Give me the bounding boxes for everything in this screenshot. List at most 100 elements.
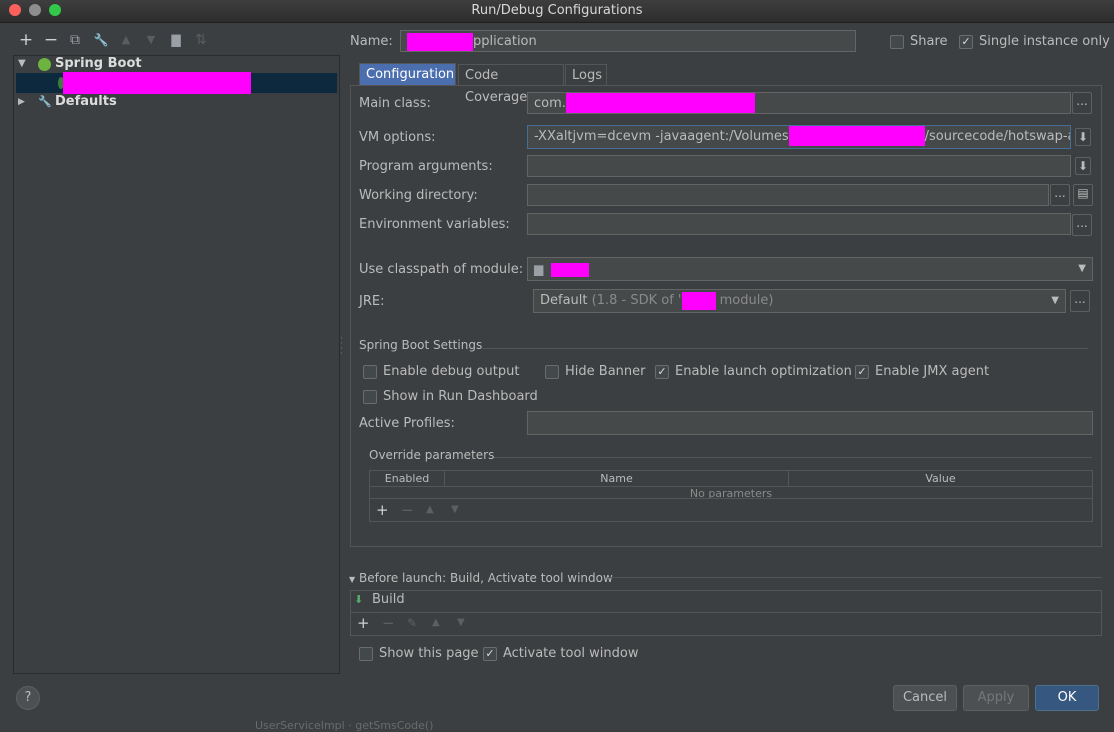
single-instance-label: Single instance only — [979, 34, 1110, 49]
move-down-icon[interactable]: ▼ — [143, 32, 159, 48]
enable-launch-optimization-checkbox[interactable]: ✓ — [655, 365, 669, 379]
jre-combo[interactable]: Default (1.8 - SDK of ' module) ▼ — [533, 289, 1066, 313]
program-arguments-label: Program arguments: — [359, 159, 493, 174]
working-directory-field[interactable] — [527, 184, 1049, 206]
move-down-icon[interactable]: ▼ — [451, 504, 459, 515]
redacted-jre-module — [681, 291, 716, 310]
share-checkbox[interactable] — [890, 35, 904, 49]
working-directory-macro-icon[interactable]: ▤ — [1073, 184, 1093, 206]
tab-code-coverage[interactable]: Code Coverage — [458, 64, 564, 105]
table-header: Enabled Name Value — [370, 471, 1092, 487]
zoom-window-button[interactable] — [49, 4, 61, 16]
copy-configuration-icon[interactable]: ⧉ — [67, 32, 83, 48]
tab-logs[interactable]: Logs — [565, 64, 607, 86]
collapse-arrow-icon[interactable]: ▼ — [18, 55, 26, 73]
show-this-page-checkbox[interactable] — [359, 647, 373, 661]
spring-boot-settings-title: Spring Boot Settings — [359, 338, 483, 352]
remove-configuration-icon[interactable]: − — [43, 32, 59, 49]
column-enabled[interactable]: Enabled — [370, 471, 445, 486]
hide-banner-label: Hide Banner — [565, 364, 646, 379]
active-profiles-field[interactable] — [527, 411, 1093, 435]
add-configuration-icon[interactable]: + — [18, 32, 34, 49]
activate-tool-window-checkbox[interactable]: ✓ — [483, 647, 497, 661]
working-directory-label: Working directory: — [359, 188, 478, 203]
edit-defaults-icon[interactable]: 🔧 — [93, 32, 109, 48]
main-class-browse-button[interactable]: ... — [1072, 92, 1092, 114]
add-parameter-icon[interactable]: + — [376, 501, 389, 519]
collapse-arrow-icon[interactable]: ▼ — [349, 575, 355, 584]
table-toolbar: + − ▲ ▼ — [370, 498, 1092, 521]
apply-button[interactable]: Apply — [963, 685, 1029, 711]
move-up-icon[interactable]: ▲ — [432, 617, 440, 628]
environment-variables-field[interactable] — [527, 213, 1071, 235]
main-class-field[interactable]: com. — [527, 92, 1071, 114]
before-launch-header[interactable]: ▼ Before launch: Build, Activate tool wi… — [349, 571, 613, 585]
section-divider — [482, 348, 1088, 349]
background-editor-breadcrumb: UserServiceImpl · getSmsCode() — [255, 719, 434, 732]
enable-launch-optimization-label: Enable launch optimization — [675, 364, 852, 379]
main-class-value: com. — [534, 96, 566, 111]
window-title-bar: Run/Debug Configurations — [0, 0, 1114, 23]
module-folder-icon: ▆ — [534, 262, 544, 276]
hide-banner-checkbox[interactable] — [545, 365, 559, 379]
spring-boot-icon — [38, 58, 51, 71]
vm-options-expand-icon[interactable]: ⬇ — [1075, 128, 1091, 146]
enable-jmx-agent-checkbox[interactable]: ✓ — [855, 365, 869, 379]
list-item[interactable]: ⬇ Build — [351, 591, 1101, 612]
vm-options-value-a: -XXaltjvm=dcevm -javaagent:/Volumes — [534, 129, 789, 144]
tab-configuration[interactable]: Configuration — [359, 63, 456, 85]
active-profiles-label: Active Profiles: — [359, 416, 455, 431]
remove-parameter-icon[interactable]: − — [401, 501, 414, 519]
section-divider — [494, 457, 1092, 458]
help-button[interactable]: ? — [16, 686, 40, 710]
classpath-module-combo[interactable]: ▆ ▼ — [527, 257, 1093, 281]
expand-arrow-icon[interactable]: ▶ — [18, 93, 25, 111]
show-in-run-dashboard-checkbox[interactable] — [363, 390, 377, 404]
configuration-tree[interactable] — [13, 55, 340, 674]
enable-debug-output-label: Enable debug output — [383, 364, 520, 379]
show-this-page-label: Show this page — [379, 646, 479, 661]
classpath-module-label: Use classpath of module: — [359, 262, 524, 277]
tree-node-defaults[interactable]: ▶ 🔧 Defaults — [16, 93, 336, 111]
tree-node-label: Spring Boot — [55, 56, 142, 71]
build-icon: ⬇ — [354, 593, 364, 606]
sort-icon[interactable]: ⇅ — [193, 32, 209, 48]
enable-debug-output-checkbox[interactable] — [363, 365, 377, 379]
program-arguments-expand-icon[interactable]: ⬇ — [1075, 157, 1091, 175]
move-down-icon[interactable]: ▼ — [457, 617, 465, 628]
ok-button[interactable]: OK — [1035, 685, 1099, 711]
before-launch-list[interactable]: ⬇ Build + − ✎ ▲ ▼ — [350, 590, 1102, 636]
dropdown-arrow-icon: ▼ — [1078, 263, 1086, 274]
cancel-button[interactable]: Cancel — [893, 685, 957, 711]
section-divider — [608, 577, 1102, 578]
column-name[interactable]: Name — [445, 471, 789, 486]
name-label: Name: — [350, 34, 393, 49]
environment-variables-browse-button[interactable]: ... — [1072, 214, 1092, 236]
folder-icon[interactable]: ▇ — [168, 32, 184, 48]
move-up-icon[interactable]: ▲ — [118, 32, 134, 48]
add-task-icon[interactable]: + — [357, 614, 370, 632]
jre-browse-button[interactable]: ... — [1070, 290, 1090, 312]
name-field[interactable]: pplication — [400, 30, 856, 52]
jre-detail: (1.8 - SDK of ' — [591, 293, 682, 308]
close-window-button[interactable] — [9, 4, 21, 16]
remove-task-icon[interactable]: − — [382, 614, 395, 632]
tree-node-application-selected[interactable] — [16, 72, 337, 94]
splitter-handle[interactable]: · · · · — [340, 335, 344, 361]
column-value[interactable]: Value — [789, 471, 1092, 486]
activate-tool-window-label: Activate tool window — [503, 646, 639, 661]
override-parameters-table[interactable]: Enabled Name Value No parameters + − ▲ ▼ — [369, 470, 1093, 522]
minimize-window-button[interactable] — [29, 4, 41, 16]
vm-options-field[interactable]: -XXaltjvm=dcevm -javaagent:/Volumes/sour… — [527, 125, 1071, 149]
tree-node-spring-boot[interactable]: ▼ Spring Boot — [16, 55, 336, 73]
program-arguments-field[interactable] — [527, 155, 1071, 177]
dropdown-arrow-icon: ▼ — [1051, 295, 1059, 306]
single-instance-checkbox[interactable]: ✓ — [959, 35, 973, 49]
move-up-icon[interactable]: ▲ — [426, 504, 434, 515]
edit-task-icon[interactable]: ✎ — [407, 616, 417, 630]
vm-options-label: VM options: — [359, 130, 436, 145]
tree-node-label: Defaults — [55, 94, 117, 109]
working-directory-browse-button[interactable]: ... — [1050, 184, 1070, 206]
jre-label: JRE: — [359, 294, 385, 309]
jre-default-value: Default — [540, 293, 588, 308]
